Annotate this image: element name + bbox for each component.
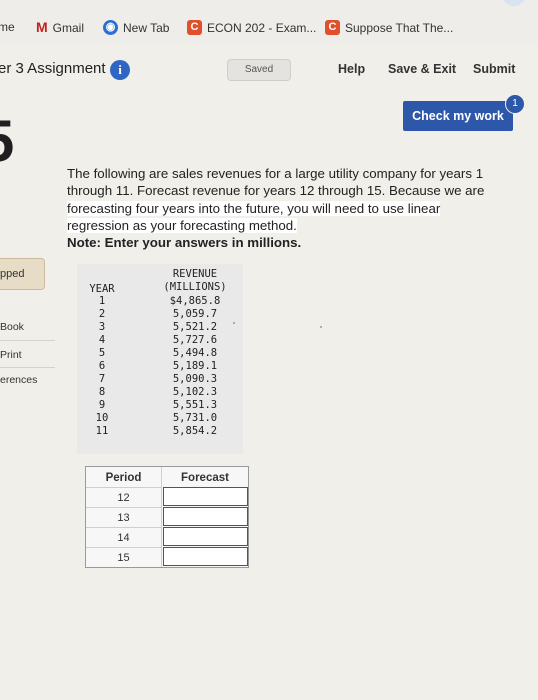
skipped-status: pped	[0, 258, 45, 290]
year-column-header: YEAR	[89, 283, 115, 295]
assignment-header: er 3 Assignment i Saved Help Save & Exit…	[0, 52, 538, 90]
revenue-cell: $4,865.8	[169, 295, 221, 307]
table-row: 4 5,727.6	[77, 334, 243, 347]
period-cell: 15	[86, 547, 161, 568]
table-row: 1 $4,865.8	[77, 295, 243, 308]
bookmark-label: Gmail	[52, 20, 85, 35]
c-icon: C	[325, 20, 340, 35]
year-cell: 8	[98, 386, 106, 398]
forecast-input-period-14[interactable]	[163, 527, 248, 546]
question-sidebar: pped Book Print erences	[0, 258, 55, 428]
print-link[interactable]: Print	[0, 349, 22, 361]
info-icon[interactable]: i	[110, 60, 130, 80]
year-cell: 7	[98, 373, 106, 385]
forecast-input-period-13[interactable]	[163, 507, 248, 526]
screen-speck	[320, 326, 322, 328]
revenue-cell: 5,494.8	[172, 347, 218, 359]
question-number: 5	[0, 112, 14, 172]
table-row: 5 5,494.8	[77, 347, 243, 360]
check-count-badge: 1	[505, 94, 525, 114]
revenue-cell: 5,521.2	[172, 321, 218, 333]
year-cell: 4	[98, 334, 106, 346]
year-cell: 2	[98, 308, 106, 320]
sidebar-divider	[0, 340, 55, 341]
references-link[interactable]: erences	[0, 374, 37, 386]
forecast-input-period-15[interactable]	[163, 547, 248, 566]
question-text: The following are sales revenues for a l…	[67, 165, 512, 251]
table-row: 3 5,521.2	[77, 321, 243, 334]
window-control[interactable]	[502, 0, 526, 6]
revenue-data-table: REVENUE YEAR (MILLIONS) 1 $4,865.8 2 5,059…	[77, 264, 243, 454]
new-tab-icon: ◉	[103, 20, 118, 35]
table-row: 11 5,854.2	[77, 425, 243, 438]
question-line: regression as your forecasting method.	[67, 217, 512, 234]
period-cell: 13	[86, 507, 161, 528]
question-line: through 11. Forecast revenue for years 1…	[67, 183, 485, 199]
bookmark-suppose[interactable]: C Suppose That The...	[325, 20, 453, 35]
revenue-cell: 5,727.6	[172, 334, 218, 346]
question-line-text: regression as your forecasting method.	[67, 217, 297, 233]
bookmark-home[interactable]: me	[0, 20, 15, 34]
table-row: 2 5,059.7	[77, 308, 243, 321]
table-row: 7 5,090.3	[77, 373, 243, 386]
ebook-link[interactable]: Book	[0, 321, 24, 333]
revenue-cell: 5,102.3	[172, 386, 218, 398]
table-row: 9 5,551.3	[77, 399, 243, 412]
screen-speck	[233, 322, 235, 324]
revenue-cell: 5,731.0	[172, 412, 218, 424]
revenue-cell: 5,189.1	[172, 360, 218, 372]
bookmark-gmail[interactable]: M Gmail	[36, 20, 84, 35]
bookmarks-bar: me M Gmail ◉ New Tab C ECON 202 - Exam..…	[0, 0, 538, 44]
submit-button[interactable]: Submit	[473, 62, 515, 76]
year-cell: 10	[95, 412, 109, 424]
year-cell: 6	[98, 360, 106, 372]
save-exit-button[interactable]: Save & Exit	[388, 62, 456, 76]
forecast-table: Period Forecast 12 13 14 15	[85, 466, 249, 568]
year-cell: 11	[95, 425, 109, 437]
year-cell: 3	[98, 321, 106, 333]
forecast-input-period-12[interactable]	[163, 487, 248, 506]
table-row: 8 5,102.3	[77, 386, 243, 399]
question-note: Note: Enter your answers in millions.	[67, 235, 302, 251]
period-cell: 12	[86, 487, 161, 508]
year-cell: 5	[98, 347, 106, 359]
table-row: 10 5,731.0	[77, 412, 243, 425]
check-my-work-button[interactable]: Check my work	[403, 101, 513, 131]
revenue-cell: 5,551.3	[172, 399, 218, 411]
revenue-cell: 5,059.7	[172, 308, 218, 320]
bookmark-new-tab[interactable]: ◉ New Tab	[103, 20, 169, 35]
bookmark-label: Suppose That The...	[345, 20, 454, 35]
revenue-cell: 5,090.3	[172, 373, 218, 385]
revenue-column-subheader: (MILLIONS)	[163, 281, 227, 293]
bookmark-econ-exam[interactable]: C ECON 202 - Exam...	[187, 20, 316, 35]
gmail-icon: M	[36, 19, 48, 35]
revenue-column-header: REVENUE	[172, 268, 218, 280]
question-line: forecasting four years into the future, …	[67, 200, 512, 217]
table-row: 6 5,189.1	[77, 360, 243, 373]
question-line-text: forecasting four years into the future, …	[67, 200, 441, 216]
period-cell: 14	[86, 527, 161, 548]
c-icon: C	[187, 20, 202, 35]
question-line: The following are sales revenues for a l…	[67, 166, 484, 181]
year-cell: 1	[98, 295, 106, 307]
bookmark-label: ECON 202 - Exam...	[207, 20, 317, 35]
revenue-cell: 5,854.2	[172, 425, 218, 437]
assignment-title: er 3 Assignment	[0, 60, 106, 77]
saved-status: Saved	[227, 59, 291, 81]
year-cell: 9	[98, 399, 106, 411]
bookmark-label: New Tab	[123, 20, 170, 35]
bookmark-label: me	[0, 20, 15, 34]
help-button[interactable]: Help	[338, 62, 365, 76]
sidebar-divider	[0, 367, 55, 368]
